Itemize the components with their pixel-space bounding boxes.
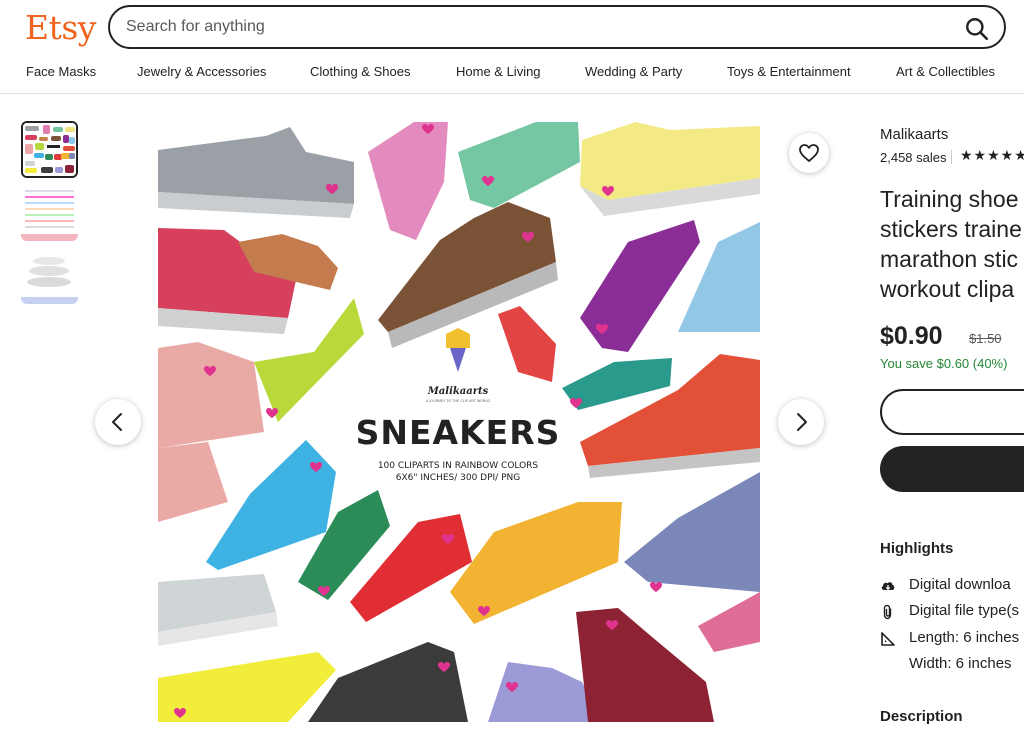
- site-header: Etsy Face Masks Jewelry & Accessories Cl…: [0, 0, 1024, 94]
- sales-count: 2,458 sales: [880, 150, 947, 165]
- ruler-icon: [881, 632, 895, 646]
- next-image-button[interactable]: [778, 399, 824, 445]
- original-price: $1.50: [969, 331, 1002, 346]
- title-line: workout clipa: [880, 276, 1015, 302]
- current-price: $0.90: [880, 322, 943, 350]
- title-line: Training shoe: [880, 186, 1019, 212]
- paperclip-icon: [883, 604, 892, 620]
- category-jewelry[interactable]: Jewelry & Accessories: [137, 64, 266, 79]
- image-brand-text: Malikaarts: [427, 386, 489, 397]
- highlight-text: Width: 6 inches: [909, 655, 1012, 672]
- description-heading: Description: [880, 708, 963, 725]
- add-to-cart-button[interactable]: [880, 446, 1024, 492]
- category-toys[interactable]: Toys & Entertainment: [727, 64, 851, 79]
- chevron-right-icon: [797, 413, 807, 431]
- category-wedding[interactable]: Wedding & Party: [585, 64, 682, 79]
- etsy-logo[interactable]: Etsy: [25, 8, 96, 47]
- highlight-text: Length: 6 inches: [909, 629, 1020, 646]
- main-product-image: Malikaarts A JOURNEY TO THE CLIP ART WOR…: [158, 122, 760, 722]
- search-input[interactable]: [126, 16, 946, 38]
- listing-title: Training shoe stickers traine marathon s…: [880, 184, 1024, 304]
- savings-text: You save $0.60 (40%): [880, 356, 1008, 371]
- thumbnail-palette-image: [21, 184, 78, 241]
- thumbnail-stack-image: [21, 247, 78, 304]
- highlight-text: Digital file type(s: [909, 602, 1020, 619]
- shop-name-link[interactable]: Malikaarts: [880, 126, 948, 143]
- image-subtitle-line: 100 CLIPARTS IN RAINBOW COLORS: [378, 461, 539, 471]
- sneakers-artwork: Malikaarts A JOURNEY TO THE CLIP ART WOR…: [158, 122, 760, 722]
- highlights-heading: Highlights: [880, 540, 954, 557]
- category-home[interactable]: Home & Living: [456, 64, 541, 79]
- search-bar[interactable]: [108, 5, 1006, 49]
- thumbnail-sneakers-image: [23, 123, 76, 176]
- category-nav: Face Masks Jewelry & Accessories Clothin…: [0, 64, 1024, 86]
- star-rating[interactable]: ★★★★★: [960, 147, 1024, 164]
- thumbnail-2[interactable]: [21, 184, 78, 241]
- thumbnail-1[interactable]: [21, 121, 78, 178]
- listing-panel: Malikaarts 2,458 sales ★★★★★ Training sh…: [880, 0, 1024, 745]
- buy-it-now-button[interactable]: [880, 389, 1024, 435]
- title-line: stickers traine: [880, 216, 1022, 242]
- image-tagline-text: A JOURNEY TO THE CLIP ART WORLD: [426, 399, 491, 403]
- image-subtitle-line: 6X6" INCHES/ 300 DPI/ PNG: [396, 473, 520, 483]
- category-face-masks[interactable]: Face Masks: [26, 64, 96, 79]
- thumbnail-3[interactable]: [21, 247, 78, 304]
- category-clothing[interactable]: Clothing & Shoes: [310, 64, 410, 79]
- favorite-button[interactable]: [789, 133, 829, 173]
- chevron-left-icon: [112, 413, 122, 431]
- prev-image-button[interactable]: [95, 399, 141, 445]
- heart-outline-icon: [799, 144, 819, 162]
- image-title-text: SNEAKERS: [356, 413, 561, 452]
- cloud-download-icon: [881, 582, 895, 591]
- divider: [951, 150, 952, 164]
- highlight-text: Digital downloa: [909, 576, 1011, 593]
- title-line: marathon stic: [880, 246, 1019, 272]
